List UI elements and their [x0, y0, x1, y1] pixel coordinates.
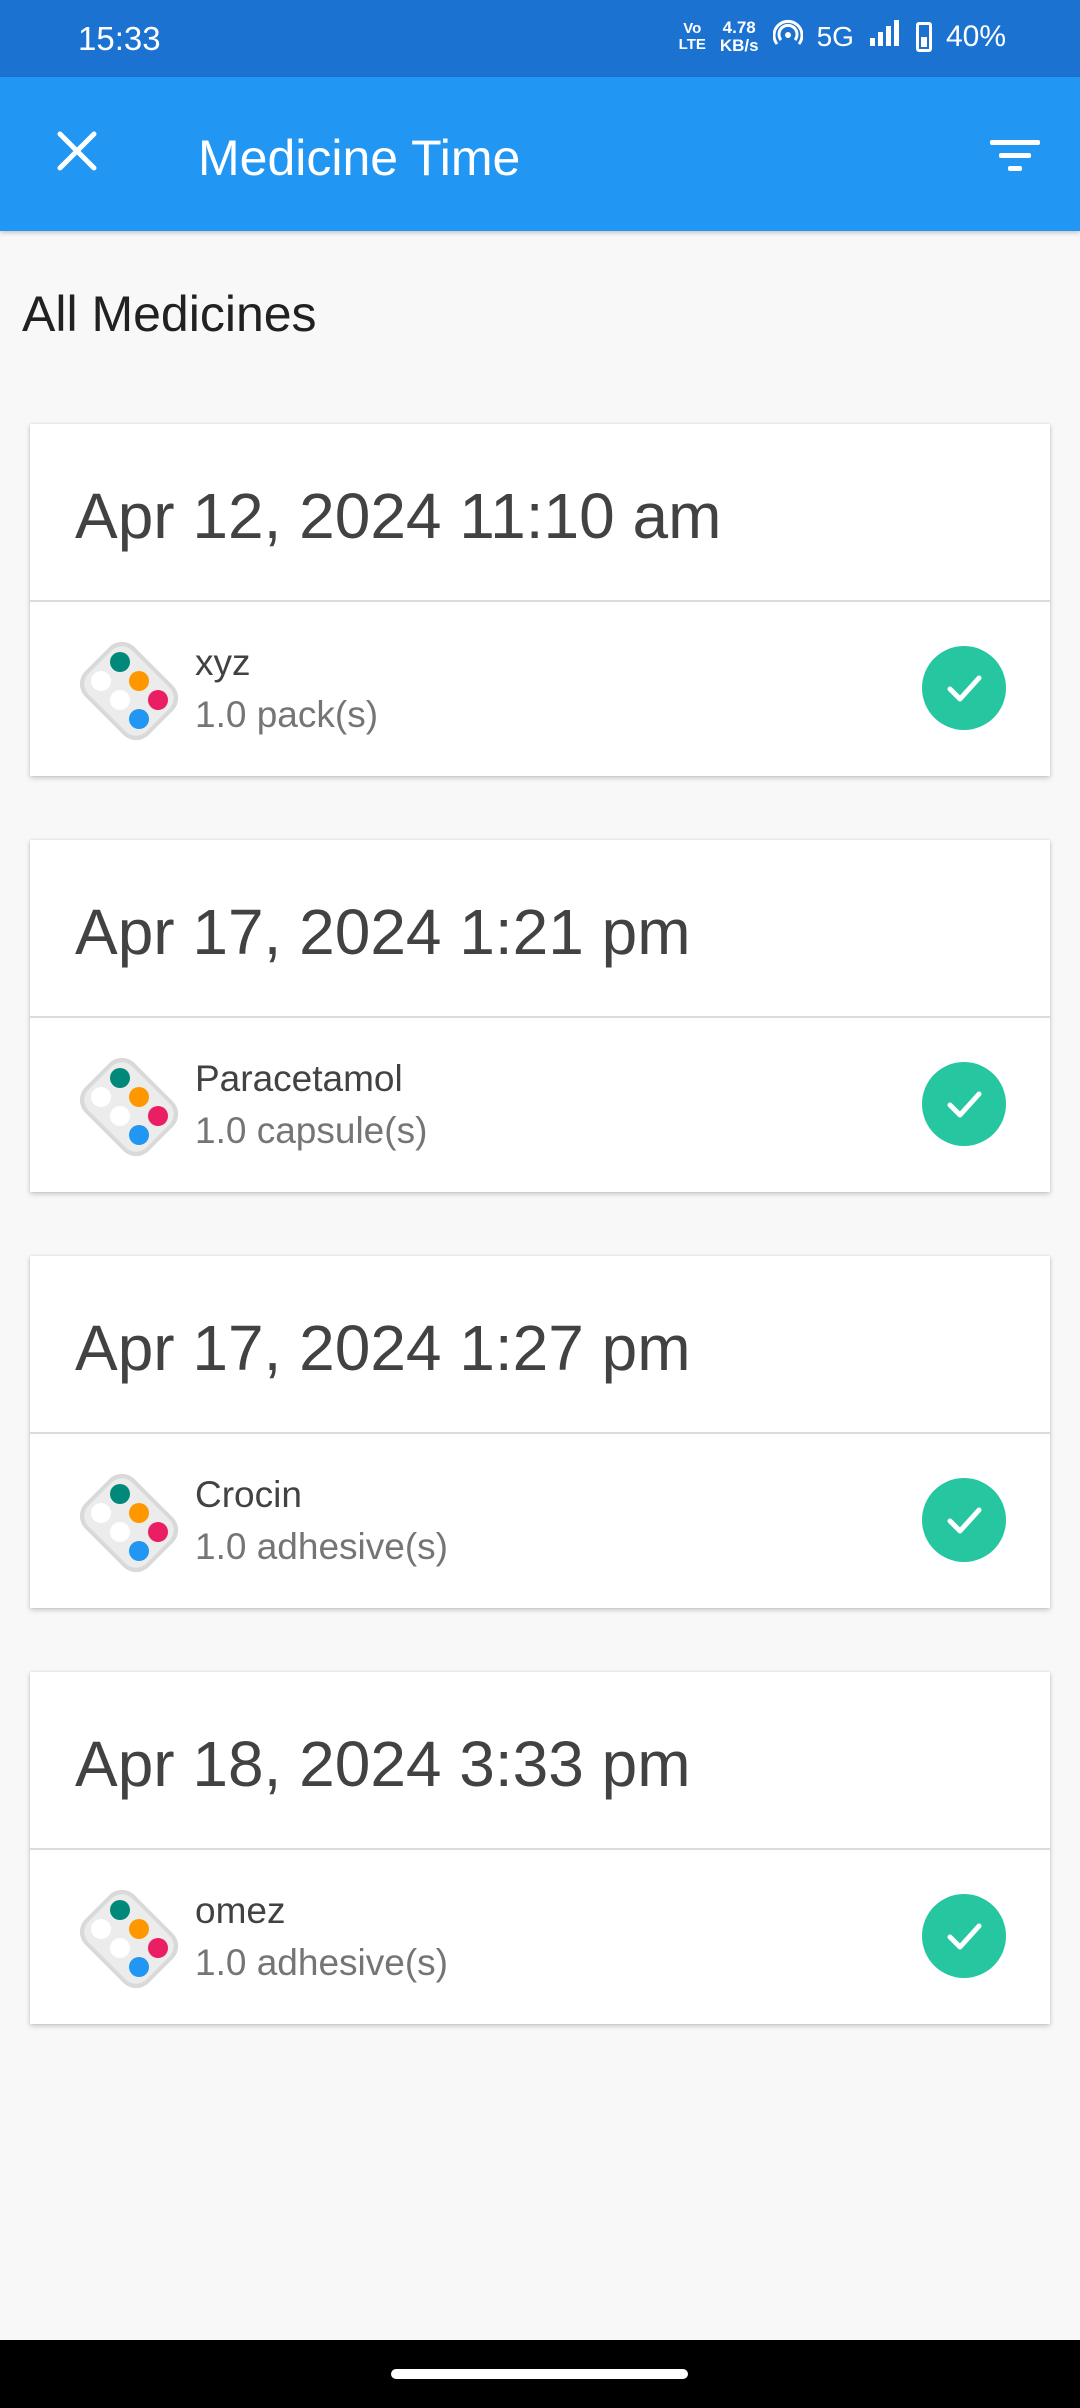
taken-check-icon[interactable] — [922, 1478, 1006, 1562]
pill-pack-icon — [74, 1884, 184, 1994]
section-title: All Medicines — [22, 286, 317, 342]
signal-icon — [868, 18, 902, 55]
card-header: Apr 17, 2024 1:21 pm — [30, 840, 1050, 1018]
medicine-row[interactable]: omez 1.0 adhesive(s) — [30, 1850, 1050, 2024]
medicine-card[interactable]: Apr 12, 2024 11:10 am xyz 1.0 pack(s) — [30, 424, 1050, 776]
dose-datetime: Apr 17, 2024 1:27 pm — [75, 1312, 691, 1384]
system-nav-bar — [0, 2340, 1080, 2408]
app-title: Medicine Time — [198, 130, 521, 186]
status-bar: 15:33 Vo LTE 4.78 KB/s 5G 40% — [0, 0, 1080, 77]
medicine-name: Crocin — [195, 1474, 302, 1515]
home-gesture-handle[interactable] — [391, 2369, 688, 2379]
card-header: Apr 18, 2024 3:33 pm — [30, 1672, 1050, 1850]
medicine-dose: 1.0 adhesive(s) — [195, 1942, 448, 1983]
card-header: Apr 12, 2024 11:10 am — [30, 424, 1050, 602]
card-header: Apr 17, 2024 1:27 pm — [30, 1256, 1050, 1434]
dose-datetime: Apr 18, 2024 3:33 pm — [75, 1728, 691, 1800]
battery-icon — [915, 21, 932, 52]
filter-icon[interactable] — [986, 126, 1044, 184]
medicine-card[interactable]: Apr 17, 2024 1:27 pm Crocin 1.0 adhesive… — [30, 1256, 1050, 1608]
app-bar: Medicine Time — [0, 77, 1080, 231]
network-speed: 4.78 KB/s — [719, 17, 759, 55]
medicine-card[interactable]: Apr 17, 2024 1:21 pm Paracetamol 1.0 cap… — [30, 840, 1050, 1192]
taken-check-icon[interactable] — [922, 1062, 1006, 1146]
medicine-name: xyz — [195, 642, 251, 683]
medicine-dose: 1.0 pack(s) — [195, 694, 379, 735]
status-icons: Vo LTE 4.78 KB/s 5G 40% — [679, 18, 1006, 55]
pill-pack-icon — [74, 636, 184, 746]
hotspot-icon — [772, 18, 804, 55]
status-time: 15:33 — [78, 20, 161, 57]
medicine-row[interactable]: xyz 1.0 pack(s) — [30, 602, 1050, 776]
network-type: 5G — [816, 20, 854, 52]
medicine-dose: 1.0 adhesive(s) — [195, 1526, 448, 1567]
taken-check-icon[interactable] — [922, 1894, 1006, 1978]
battery-percent: 40% — [945, 19, 1006, 53]
medicine-row[interactable]: Paracetamol 1.0 capsule(s) — [30, 1018, 1050, 1192]
taken-check-icon[interactable] — [922, 646, 1006, 730]
medicine-card[interactable]: Apr 18, 2024 3:33 pm omez 1.0 adhesive(s… — [30, 1672, 1050, 2024]
close-icon[interactable] — [46, 120, 108, 182]
medicine-list: Apr 12, 2024 11:10 am xyz 1.0 pack(s) Ap… — [30, 424, 1050, 2088]
pill-pack-icon — [74, 1468, 184, 1578]
medicine-name: Paracetamol — [195, 1058, 403, 1099]
pill-pack-icon — [74, 1052, 184, 1162]
dose-datetime: Apr 17, 2024 1:21 pm — [75, 896, 691, 968]
dose-datetime: Apr 12, 2024 11:10 am — [75, 480, 722, 552]
volte-indicator: Vo LTE — [678, 19, 706, 53]
medicine-row[interactable]: Crocin 1.0 adhesive(s) — [30, 1434, 1050, 1608]
medicine-dose: 1.0 capsule(s) — [195, 1110, 428, 1151]
medicine-name: omez — [195, 1890, 286, 1931]
